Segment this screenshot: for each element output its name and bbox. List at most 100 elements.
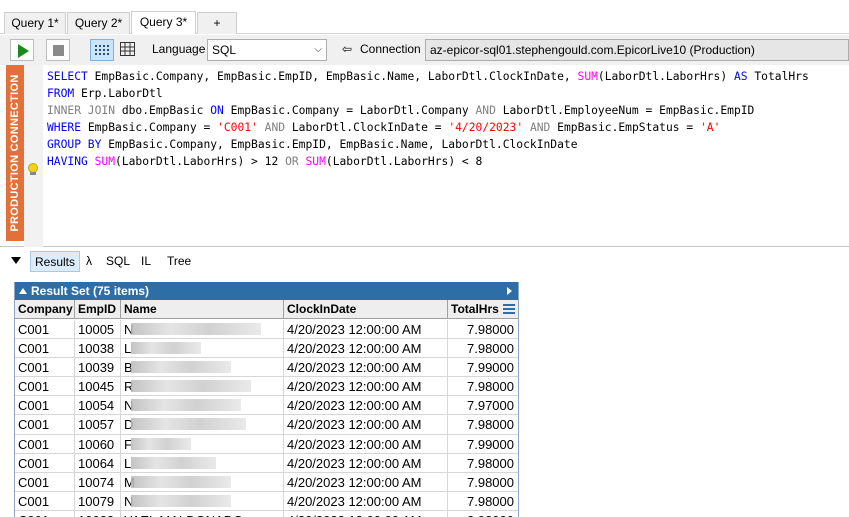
cell-totalhrs[interactable]: 7.98000	[448, 377, 518, 396]
cell-clockindate[interactable]: 4/20/2023 12:00:00 AM	[284, 510, 448, 517]
cell-company[interactable]: C001	[15, 377, 75, 397]
cell-company[interactable]: C001	[15, 491, 75, 511]
cell-empid[interactable]: 10005	[75, 320, 121, 339]
cell-totalhrs[interactable]: 7.99000	[448, 358, 518, 377]
column-header-name[interactable]: Name	[121, 300, 284, 319]
cell-company[interactable]: C001	[15, 472, 75, 492]
cell-clockindate[interactable]: 4/20/2023 12:00:00 AM	[284, 339, 448, 359]
cell-empid[interactable]: 10082	[75, 510, 121, 517]
tab-tree[interactable]: Tree	[163, 251, 195, 272]
cell-totalhrs[interactable]: 7.98000	[448, 492, 518, 511]
sql-code[interactable]: SELECT EmpBasic.Company, EmpBasic.EmpID,…	[47, 68, 809, 170]
cell-clockindate[interactable]: 4/20/2023 12:00:00 AM	[284, 320, 448, 339]
cell-company[interactable]: C001	[15, 434, 75, 454]
cell-name[interactable]: YAEL MALDONADO	[121, 510, 284, 517]
expand-right-icon[interactable]	[507, 287, 512, 295]
cell-name[interactable]: L	[121, 453, 284, 473]
cell-name[interactable]: L	[121, 339, 284, 359]
cell-name[interactable]: N	[121, 491, 284, 511]
table-row[interactable]: C001 10054 N 4/20/2023 12:00:00 AM 7.97000	[15, 396, 518, 416]
new-tab-button[interactable]: +	[197, 12, 237, 34]
cell-totalhrs[interactable]: 7.97000	[448, 396, 518, 415]
cell-totalhrs[interactable]: 7.98000	[448, 473, 518, 492]
cell-totalhrs[interactable]: 7.98000	[448, 339, 518, 358]
cell-totalhrs[interactable]: 7.98000	[448, 320, 518, 339]
cell-name[interactable]: N	[121, 320, 284, 339]
tab-results[interactable]: Results	[30, 251, 81, 272]
cell-clockindate[interactable]: 4/20/2023 12:00:00 AM	[284, 396, 448, 416]
cell-clockindate[interactable]: 4/20/2023 12:00:00 AM	[284, 434, 448, 454]
sql-line[interactable]: GROUP BY EmpBasic.Company, EmpBasic.EmpI…	[47, 136, 809, 153]
run-button[interactable]	[10, 39, 34, 61]
sql-editor[interactable]: PRODUCTION CONNECTION SELECT EmpBasic.Co…	[0, 65, 849, 247]
cell-clockindate[interactable]: 4/20/2023 12:00:00 AM	[284, 377, 448, 397]
cell-clockindate[interactable]: 4/20/2023 12:00:00 AM	[284, 358, 448, 378]
cell-company[interactable]: C001	[15, 358, 75, 378]
column-header-empid[interactable]: EmpID	[75, 300, 121, 319]
stop-button[interactable]	[46, 39, 70, 61]
sql-line[interactable]: HAVING SUM(LaborDtl.LaborHrs) > 12 OR SU…	[47, 153, 809, 170]
column-header-clockindate[interactable]: ClockInDate	[284, 300, 448, 319]
cell-empid[interactable]: 10079	[75, 491, 121, 511]
sql-line[interactable]: FROM Erp.LaborDtl	[47, 85, 809, 102]
cell-name[interactable]: M	[121, 472, 284, 492]
cell-empid[interactable]: 10064	[75, 453, 121, 473]
tab-sql[interactable]: SQL	[102, 251, 134, 272]
table-row[interactable]: C001 10038 L 4/20/2023 12:00:00 AM 7.98000	[15, 339, 518, 359]
cell-name[interactable]: N	[121, 396, 284, 416]
table-row[interactable]: C001 10005 N 4/20/2023 12:00:00 AM 7.98000	[15, 320, 518, 340]
cell-empid[interactable]: 10074	[75, 472, 121, 492]
cell-name[interactable]: F	[121, 434, 284, 454]
cell-empid[interactable]: 10060	[75, 434, 121, 454]
collapse-caret-icon[interactable]	[11, 257, 21, 264]
cell-empid[interactable]: 10039	[75, 358, 121, 378]
tab-query-2[interactable]: Query 2*	[67, 12, 130, 34]
sql-line[interactable]: SELECT EmpBasic.Company, EmpBasic.EmpID,…	[47, 68, 809, 85]
cell-company[interactable]: C001	[15, 415, 75, 435]
cell-totalhrs[interactable]: 7.98000	[448, 454, 518, 473]
sql-line[interactable]: INNER JOIN dbo.EmpBasic ON EmpBasic.Comp…	[47, 102, 809, 119]
table-row[interactable]: C001 10082 YAEL MALDONADO 4/20/2023 12:00:0…	[15, 510, 518, 517]
cell-company[interactable]: C001	[15, 396, 75, 416]
table-row[interactable]: C001 10060 F 4/20/2023 12:00:00 AM 7.99000	[15, 434, 518, 454]
tab-il[interactable]: IL	[137, 251, 155, 272]
result-grid[interactable]: Result Set (75 items) Company EmpID Name…	[14, 282, 519, 517]
tab-lambda[interactable]: λ	[82, 251, 96, 272]
cell-company[interactable]: C001	[15, 453, 75, 473]
cell-totalhrs[interactable]: 7.99000	[448, 435, 518, 454]
list-view-button[interactable]	[90, 39, 114, 61]
cell-totalhrs[interactable]: 7.98000	[448, 415, 518, 434]
cell-empid[interactable]: 10054	[75, 396, 121, 416]
cell-name[interactable]: R	[121, 377, 284, 397]
language-select[interactable]: SQL ⌵	[207, 39, 327, 61]
cell-empid[interactable]: 10057	[75, 415, 121, 435]
column-header-company[interactable]: Company	[15, 300, 75, 319]
cell-clockindate[interactable]: 4/20/2023 12:00:00 AM	[284, 453, 448, 473]
sql-line[interactable]: WHERE EmpBasic.Company = 'C001' AND Labo…	[47, 119, 809, 136]
table-row[interactable]: C001 10045 R 4/20/2023 12:00:00 AM 7.98000	[15, 377, 518, 397]
connection-field[interactable]: az-epicor-sql01.stephengould.com.EpicorL…	[425, 39, 849, 61]
lightbulb-icon[interactable]	[27, 163, 39, 175]
tab-query-1[interactable]: Query 1*	[4, 12, 66, 34]
result-set-header[interactable]: Result Set (75 items)	[15, 282, 518, 300]
grid-view-button[interactable]	[116, 39, 140, 61]
cell-company[interactable]: C001	[15, 510, 75, 517]
table-row[interactable]: C001 10064 L 4/20/2023 12:00:00 AM 7.98000	[15, 453, 518, 473]
cell-totalhrs[interactable]: 8.98000	[448, 511, 518, 517]
cell-clockindate[interactable]: 4/20/2023 12:00:00 AM	[284, 491, 448, 511]
table-row[interactable]: C001 10057 D 4/20/2023 12:00:00 AM 7.98000	[15, 415, 518, 435]
table-row[interactable]: C001 10039 B 4/20/2023 12:00:00 AM 7.99000	[15, 358, 518, 378]
cell-clockindate[interactable]: 4/20/2023 12:00:00 AM	[284, 472, 448, 492]
table-row[interactable]: C001 10074 M 4/20/2023 12:00:00 AM 7.98000	[15, 472, 518, 492]
cell-company[interactable]: C001	[15, 320, 75, 339]
cell-name[interactable]: B	[121, 358, 284, 378]
table-row[interactable]: C001 10079 N 4/20/2023 12:00:00 AM 7.98000	[15, 491, 518, 511]
column-header-totalhrs[interactable]: TotalHrs	[448, 300, 518, 319]
cell-clockindate[interactable]: 4/20/2023 12:00:00 AM	[284, 415, 448, 435]
cell-empid[interactable]: 10045	[75, 377, 121, 397]
cell-empid[interactable]: 10038	[75, 339, 121, 359]
column-menu-icon[interactable]	[503, 304, 515, 314]
cell-company[interactable]: C001	[15, 339, 75, 359]
cell-name[interactable]: D	[121, 415, 284, 435]
tab-query-3[interactable]: Query 3*	[131, 11, 196, 34]
